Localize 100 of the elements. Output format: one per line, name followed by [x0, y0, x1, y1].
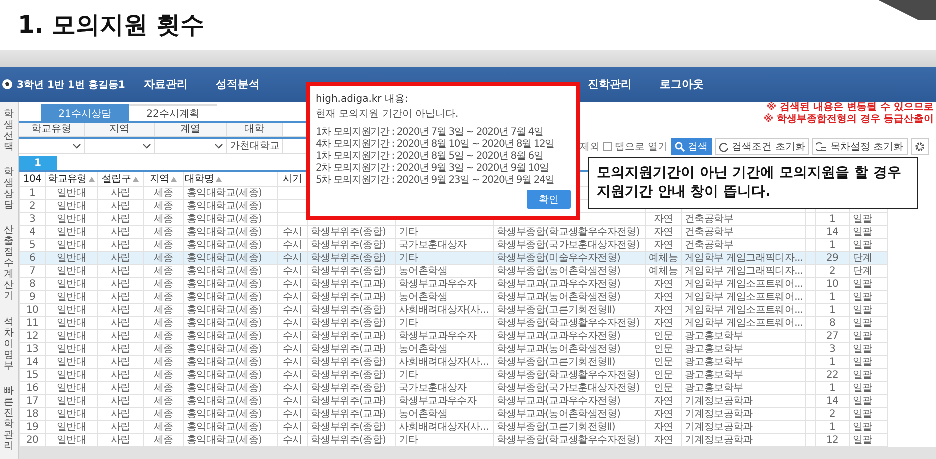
table-cell: 일괄: [850, 226, 888, 238]
table-cell: 학생부교과(농어촌학생전형): [494, 290, 646, 304]
table-cell: 1: [20, 186, 46, 200]
table-cell: 홍익대학교(세종): [184, 200, 278, 212]
table-cell: 6: [20, 252, 46, 264]
table-cell: 14: [816, 394, 850, 408]
table-cell: 게임학부 게임소프트웨어...: [682, 290, 806, 304]
table-cell: 농어촌학생: [396, 408, 494, 420]
callout-line: 모의지원기간이 아닌 기간에 모의지원을 할 경우: [597, 164, 902, 183]
table-cell: 학생부종합(고른기회전형Ⅱ): [494, 420, 646, 434]
table-cell: 2: [816, 408, 850, 420]
table-cell: 홍익대학교(세종): [184, 330, 278, 342]
table-cell: 인문: [646, 330, 682, 342]
table-row[interactable]: 8 일반대 사립 세종 홍익대학교(세종) 수시 학생부위주(교과) 학생부교과우수자 학생부교과(교과우수자전형) 자연 게임학부 게임소프트웨어... 10 일괄: [20, 278, 888, 290]
table-cell: 세종: [144, 330, 184, 342]
table-row[interactable]: 16 일반대 사립 세종 홍익대학교(세종) 수시 학생부위주(종합) 국가보훈대상자 학생부종합(국가보훈대상자전형) 인문 광고홍보학부 1 일괄: [20, 382, 888, 394]
tab[interactable]: 21수시상담: [41, 104, 129, 121]
table-row[interactable]: 9 일반대 사립 세종 홍익대학교(세종) 수시 학생부위주(교과) 농어촌학생 학생부교과(농어촌학생전형) 자연 게임학부 게임소프트웨어... 1 일괄: [20, 290, 888, 304]
table-row[interactable]: 18 일반대 사립 세종 홍익대학교(세종) 수시 학생부위주(교과) 농어촌학생 학생부교과(농어촌학생전형) 자연 기계정보공학과 2 일괄: [20, 408, 888, 420]
table-cell: 일괄: [850, 342, 888, 356]
table-cell: 학생부교과(교과우수자전형): [494, 394, 646, 408]
table-cell: 사립: [98, 200, 144, 212]
table-cell: 22: [816, 368, 850, 382]
nav-item[interactable]: 자료관리: [130, 77, 202, 92]
side-tab[interactable]: 산출점수계산기: [4, 225, 14, 302]
table-cell: 8: [816, 316, 850, 330]
table-cell: 사립: [98, 420, 144, 434]
table-cell: 홍익대학교(세종): [184, 356, 278, 368]
table-cell: 홍익대학교(세종): [184, 316, 278, 330]
table-cell: 학생부교과(농어촌학생전형): [494, 342, 646, 356]
table-cell: 일반대: [46, 420, 98, 434]
period-text: 1차 모의지원기간 : 2020년 8월 5일 ~ 2020년 8월 6일: [316, 151, 544, 163]
table-cell: 홍익대학교(세종): [184, 342, 278, 356]
nav-item[interactable]: 성적분석: [202, 77, 274, 92]
table-cell: 학생부교과우수자: [396, 278, 494, 290]
search-button[interactable]: 검색: [671, 138, 712, 155]
table-cell: 9: [20, 290, 46, 304]
table-cell: 학생부위주(종합): [308, 368, 396, 382]
table-cell: 학생부종합(고른기회전형Ⅱ): [494, 304, 646, 316]
table-cell: 일반대: [46, 252, 98, 264]
reset-button[interactable]: 검색조건 초기화: [715, 138, 810, 155]
notice-text: ※ 검색된 내용은 변동될 수 있으므로: [766, 102, 935, 114]
table-row[interactable]: 11 일반대 사립 세종 홍익대학교(세종) 수시 학생부위주(종합) 기타 학생부종합(학교생활우수자전형) 자연 게임학부 게임소프트웨어... 8 일괄: [20, 316, 888, 330]
table-cell: 3: [816, 342, 850, 356]
table-cell: 홍익대학교(세종): [184, 186, 278, 200]
table-cell: 학생부위주(교과): [308, 290, 396, 304]
table-cell: 수시: [278, 382, 308, 394]
side-tab[interactable]: 학생상담: [4, 167, 14, 212]
table-cell: 자연: [646, 304, 682, 316]
table-cell: 사립: [98, 304, 144, 316]
table-cell: 사립: [98, 342, 144, 356]
table-cell: 세종: [144, 420, 184, 434]
side-tab[interactable]: 학생선택: [4, 109, 14, 154]
table-cell: 자연: [646, 316, 682, 330]
table-cell: 단계: [850, 264, 888, 278]
table-cell: 사립: [98, 264, 144, 278]
table-row[interactable]: 14 일반대 사립 세종 홍익대학교(세종) 수시 학생부위주(종합) 사회배려대상자(사... 학생부종합(고른기회전형Ⅱ) 인문 광고홍보학부 1 일괄: [20, 356, 888, 368]
table-cell: 15: [20, 368, 46, 382]
table-cell: 일괄: [850, 212, 888, 226]
table-row[interactable]: 13 일반대 사립 세종 홍익대학교(세종) 수시 학생부위주(교과) 농어촌학생 학생부교과(농어촌학생전형) 인문 광고홍보학부 3 일괄: [20, 342, 888, 356]
table-cell: 자연: [646, 226, 682, 238]
table-cell: 세종: [144, 252, 184, 264]
table-row[interactable]: 7 일반대 사립 세종 홍익대학교(세종) 수시 학생부위주(종합) 농어촌학생 학생부종합(농어촌학생전형) 예체능 게임학부 게임그래픽디자... 2 단계: [20, 264, 888, 278]
tab[interactable]: 22수시계획: [129, 104, 217, 121]
table-row[interactable]: 17 일반대 사립 세종 홍익대학교(세종) 수시 학생부위주(교과) 학생부교과우수자 학생부교과(교과우수자전형) 자연 기계정보공학과 14 일괄: [20, 394, 888, 408]
table-cell: 홍익대학교(세종): [184, 290, 278, 304]
table-cell: 수시: [278, 420, 308, 434]
table-cell: 광고홍보학부: [682, 356, 806, 368]
ok-button[interactable]: 확인: [527, 190, 571, 209]
table-cell: 12: [20, 330, 46, 342]
table-cell: 세종: [144, 200, 184, 212]
table-row[interactable]: 12 일반대 사립 세종 홍익대학교(세종) 수시 학생부위주(교과) 학생부교과우수자 학생부교과(교과우수자전형) 인문 광고홍보학부 27 일괄: [20, 330, 888, 342]
dialog-title: high.adiga.kr 내용:: [316, 93, 410, 106]
table-cell: 자연: [646, 212, 682, 226]
table-row[interactable]: 19 일반대 사립 세종 홍익대학교(세종) 수시 학생부위주(종합) 사회배려대상자(사... 학생부종합(고른기회전형Ⅱ) 자연 기계정보공학과 1 일괄: [20, 420, 888, 434]
table-cell: 광고홍보학부: [682, 330, 806, 342]
nav-item[interactable]: 로그아웃: [646, 77, 718, 92]
period-text: 1차 모의지원기간 : 2020년 7월 3일 ~ 2020년 7월 4일: [316, 127, 544, 139]
table-cell: 사립: [98, 290, 144, 304]
table-cell: 게임학부 게임소프트웨어...: [682, 316, 806, 330]
table-row[interactable]: 10 일반대 사립 세종 홍익대학교(세종) 수시 학생부위주(종합) 사회배려대상자(사... 학생부종합(고른기회전형Ⅱ) 자연 게임학부 게임소프트웨어... 1 일괄: [20, 304, 888, 316]
table-cell: 학생부위주(종합): [308, 316, 396, 330]
reset-button[interactable]: 목차설정 초기화: [812, 138, 908, 155]
side-tab[interactable]: 석차이명부: [4, 316, 14, 372]
table-cell: 세종: [144, 212, 184, 226]
table-row[interactable]: 15 일반대 사립 세종 홍익대학교(세종) 수시 학생부위주(종합) 기타 학생부종합(학교생활우수자전형) 인문 광고홍보학부 22 일괄: [20, 368, 888, 382]
table-cell: 일반대: [46, 382, 98, 394]
table-cell: 학생부위주(교과): [308, 394, 396, 408]
side-tab[interactable]: 빠른진학관리: [4, 386, 14, 452]
table-row[interactable]: 6 일반대 사립 세종 홍익대학교(세종) 수시 학생부위주(종합) 기타 학생부종합(미술우수자전형) 예체능 게임학부 게임그래픽디자... 29 단계: [20, 252, 888, 264]
dropdown[interactable]: 가천대학교: [227, 139, 283, 154]
table-cell: 농어촌학생: [396, 290, 494, 304]
table-cell: 학생부종합(국가보훈대상자전형): [494, 382, 646, 394]
table-cell: 일괄: [850, 408, 888, 420]
table-cell: 홍익대학교(세종): [184, 304, 278, 316]
table-cell: 일반대: [46, 290, 98, 304]
table-cell: 세종: [144, 278, 184, 290]
table-row[interactable]: 4 일반대 사립 세종 홍익대학교(세종) 수시 학생부위주(종합) 기타 학생부종합(학교생활우수자전형) 자연 건축공학부 14 일괄: [20, 226, 888, 238]
table-cell: 일괄: [850, 316, 888, 330]
table-cell: 학생부종합(농어촌학생전형): [494, 264, 646, 278]
